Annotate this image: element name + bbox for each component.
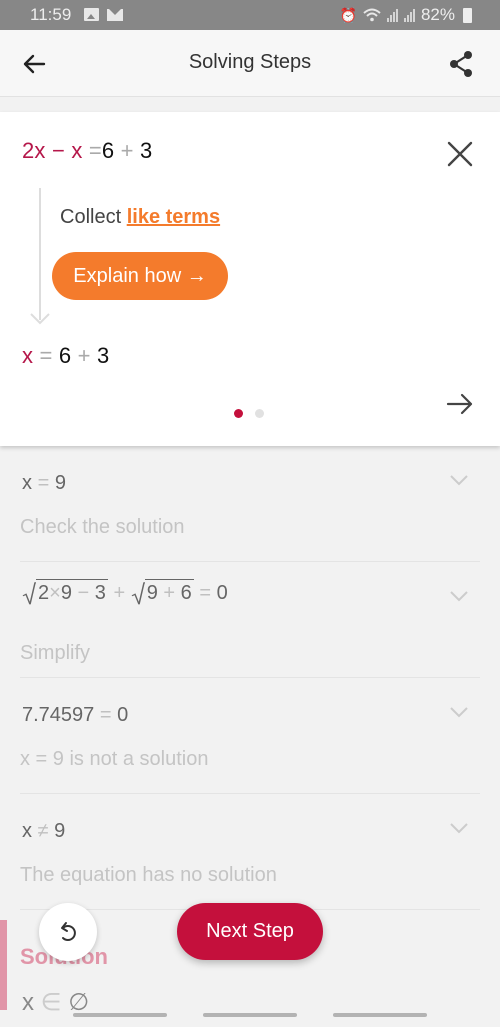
description-text: Collect [60,206,127,228]
eq-term: 9 [60,582,72,604]
square-root: 2×9 − 3 [22,579,108,605]
eq-operator: = [99,704,112,726]
solution-accent-bar [0,920,7,1010]
equation-bottom: x = 6 + 3 [22,343,109,369]
eq-term: 7.74597 [22,704,95,726]
explain-how-button[interactable]: Explain how → [52,252,228,300]
eq-term: x [71,138,83,163]
eq-term: 9 [54,820,66,842]
eq-operator: − [51,138,66,163]
eq-term: 2x [22,138,46,163]
nav-handle[interactable] [203,1013,297,1017]
eq-term: x [22,343,34,368]
battery-icon [463,7,472,23]
undo-button[interactable] [39,903,97,961]
page-title: Solving Steps [188,51,312,73]
nav-handle[interactable] [333,1013,427,1017]
radical-icon [22,582,36,605]
eq-operator: + [120,138,134,163]
radical-icon [131,582,145,605]
eq-operator: × [49,582,61,604]
share-icon[interactable] [448,50,474,78]
equation-top: 2x − x =6 + 3 [22,138,152,164]
eq-term: 3 [94,582,106,604]
mail-icon [107,9,123,21]
undo-icon [61,922,76,941]
step-equation: x ≠ 9 [22,820,65,843]
eq-term: 6 [58,343,72,368]
eq-term: 9 [54,472,66,494]
step-equation: 7.74597 = 0 [22,704,128,727]
nav-handle[interactable] [73,1013,167,1017]
eq-term: 2 [38,582,50,604]
step-equation: x = 9 [22,472,66,495]
step-item[interactable]: x ≠ 9 The equation has no solution [20,794,480,910]
step-item[interactable]: 2×9 − 3 + 9 + 6 = 0 Simplify [20,562,480,678]
chevron-down-icon[interactable] [450,822,468,834]
eq-term: 0 [117,704,129,726]
signal-icon [403,8,415,22]
step-description: x = 9 is not a solution [20,748,209,770]
step-equation: 2×9 − 3 + 9 + 6 = 0 [22,579,228,605]
eq-term: 6 [101,138,115,163]
eq-operator: ∈ [40,989,62,1016]
page-dot-active[interactable] [234,409,243,418]
eq-term: 3 [97,343,110,368]
eq-operator: + [77,343,91,368]
eq-term: x [22,820,32,842]
eq-operator: = [88,138,102,163]
eq-operator: = [37,472,50,494]
chevron-down-icon[interactable] [450,590,468,602]
square-root: 9 + 6 [131,579,194,605]
step-item[interactable]: x = 9 Check the solution [20,446,480,562]
eq-operator: + [113,582,126,604]
step-description: The equation has no solution [20,864,277,886]
alarm-icon: ⏰ [339,6,357,23]
steps-list: x = 9 Check the solution 2×9 − 3 + 9 + 6… [0,446,500,910]
status-bar: 11:59 ⏰ 82% [0,0,500,30]
wifi-icon [363,8,381,22]
eq-term: 6 [180,582,192,604]
page-indicator [234,409,264,418]
step-description: Simplify [20,642,91,664]
close-icon[interactable] [446,140,474,168]
like-terms-link[interactable]: like terms [127,206,220,228]
eq-operator: ≠ [37,820,49,842]
image-icon [84,8,99,21]
eq-term: x [22,989,34,1016]
eq-operator: − [77,582,90,604]
eq-term: x [22,472,32,494]
chevron-down-icon[interactable] [450,474,468,486]
step-connector-line [39,188,41,320]
arrow-down-icon [30,313,50,325]
signal-icon [386,8,398,22]
status-time: 11:59 [30,5,72,24]
eq-operator: = [199,582,211,604]
step-description: Check the solution [20,516,185,538]
eq-operator: + [163,582,176,604]
eq-term: 9 [146,582,158,604]
arrow-right-icon[interactable] [446,392,474,416]
eq-term: 0 [216,582,228,604]
system-nav-bar [0,1013,500,1019]
eq-operator: = [39,343,53,368]
chevron-down-icon[interactable] [450,706,468,718]
eq-term: 3 [140,138,153,163]
battery-text: 82% [420,5,455,24]
page-dot[interactable] [255,409,264,418]
app-bar: Solving Steps [0,30,500,97]
step-detail-card: 2x − x =6 + 3 Collect like terms Explain… [0,112,500,446]
eq-term: ∅ [68,989,90,1016]
next-step-button[interactable]: Next Step [177,903,323,960]
step-description: Collect like terms [60,206,220,229]
step-item[interactable]: 7.74597 = 0 x = 9 is not a solution [20,678,480,794]
